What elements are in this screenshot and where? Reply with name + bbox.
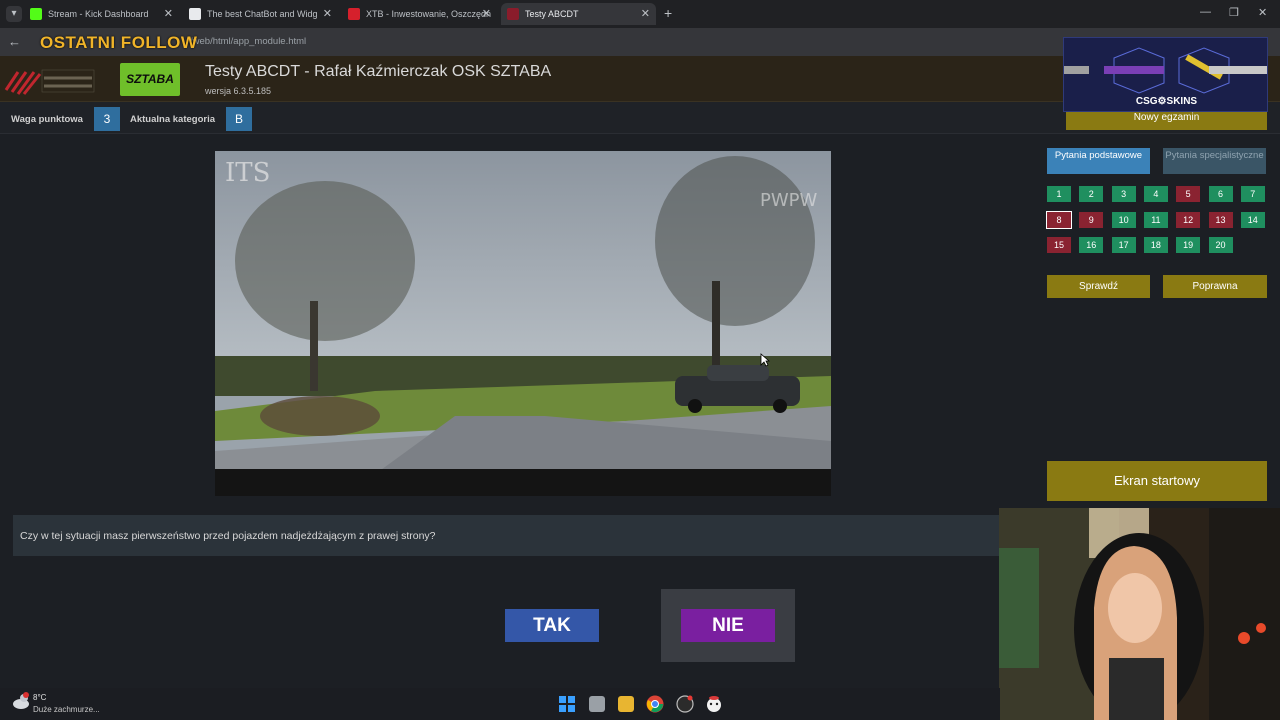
question-number-12[interactable]: 12 — [1176, 211, 1201, 228]
question-number-13[interactable]: 13 — [1208, 211, 1233, 228]
weather-description: Duże zachmurze... — [33, 705, 100, 714]
question-number-1[interactable]: 1 — [1047, 186, 1071, 202]
category-value: B — [226, 107, 252, 131]
close-icon[interactable]: ✕ — [323, 3, 332, 25]
tab-xtb[interactable]: XTB - Inwestowanie, Oszczędn ✕ — [342, 3, 497, 25]
kick-favicon-icon — [30, 8, 42, 20]
taskbar — [0, 688, 1000, 720]
question-number-9[interactable]: 9 — [1079, 211, 1104, 228]
question-number-5[interactable]: 5 — [1176, 186, 1201, 202]
tab-basic-questions[interactable]: Pytania podstawowe — [1047, 148, 1150, 174]
streamer-webcam — [999, 508, 1280, 720]
obs-icon[interactable] — [676, 695, 694, 713]
app-version: wersja 6.3.5.185 — [205, 86, 272, 96]
file-explorer-icon[interactable] — [618, 696, 634, 712]
back-arrow-icon[interactable]: ← — [8, 34, 21, 49]
close-window-icon[interactable]: ✕ — [1258, 6, 1267, 19]
url-field[interactable]: /web/html/app_module.html — [190, 36, 306, 47]
check-button[interactable]: Sprawdź — [1047, 275, 1150, 298]
mouse-cursor-icon — [760, 353, 770, 367]
ad-brand-text: CSG⚙SKINS — [1135, 96, 1198, 107]
new-tab-icon[interactable]: + — [664, 5, 672, 21]
weight-value: 3 — [94, 107, 120, 131]
tab-label: Testy ABCDT — [525, 9, 579, 19]
question-number-15[interactable]: 15 — [1047, 237, 1071, 253]
question-number-19[interactable]: 19 — [1176, 237, 1201, 253]
question-number-6[interactable]: 6 — [1208, 186, 1233, 202]
windows-start-icon[interactable] — [559, 696, 575, 712]
task-view-icon[interactable] — [589, 696, 605, 712]
page-title: Testy ABCDT - Rafał Kaźmierczak OSK SZTA… — [205, 63, 552, 80]
question-number-4[interactable]: 4 — [1143, 186, 1168, 202]
new-exam-button[interactable]: Nowy egzamin — [1066, 112, 1267, 130]
yes-button[interactable]: TAK — [505, 609, 599, 642]
sztaba-logo: SZTABA — [120, 63, 180, 96]
no-button[interactable]: NIE — [681, 609, 775, 642]
close-icon[interactable]: ✕ — [164, 3, 173, 25]
question-number-17[interactable]: 17 — [1111, 237, 1136, 253]
maximize-icon[interactable]: ❐ — [1229, 6, 1239, 19]
category-label: Aktualna kategoria — [130, 114, 215, 125]
question-number-14[interactable]: 14 — [1240, 211, 1265, 228]
question-number-2[interactable]: 2 — [1079, 186, 1104, 202]
tab-label: XTB - Inwestowanie, Oszczędn — [366, 9, 492, 19]
chrome-icon[interactable] — [646, 695, 664, 713]
svg-text:ITS: ITS — [225, 158, 270, 188]
tab-label: Stream - Kick Dashboard — [48, 9, 149, 19]
xtb-favicon-icon — [348, 8, 360, 20]
browser-tab-strip: ▾ Stream - Kick Dashboard ✕ The best Cha… — [0, 0, 1280, 28]
weight-label: Waga punktowa — [11, 114, 83, 125]
weather-temperature: 8°C — [33, 693, 47, 702]
question-number-10[interactable]: 10 — [1111, 211, 1136, 228]
tab-specialist-questions[interactable]: Pytania specjalistyczne — [1163, 148, 1266, 174]
stream-overlay-title: OSTATNI FOLLOW — [40, 33, 198, 52]
road-scene-image: ITS PWPW — [215, 151, 831, 496]
close-icon[interactable]: ✕ — [641, 3, 650, 25]
question-number-20[interactable]: 20 — [1208, 237, 1233, 253]
tab-search-icon[interactable]: ▾ — [6, 6, 22, 22]
question-number-18[interactable]: 18 — [1143, 237, 1168, 253]
close-icon[interactable]: ✕ — [482, 3, 491, 25]
app-pet-icon[interactable] — [705, 695, 723, 713]
webcam-image — [999, 508, 1280, 720]
csgo-skins-ad[interactable]: CSG⚙SKINS — [1063, 37, 1268, 112]
tab-kick-dashboard[interactable]: Stream - Kick Dashboard ✕ — [24, 3, 179, 25]
grupa-image-logo-icon — [4, 69, 95, 95]
tab-label: The best ChatBot and Widg — [207, 9, 318, 19]
question-number-16[interactable]: 16 — [1079, 237, 1104, 253]
svg-text:PWPW: PWPW — [760, 190, 818, 211]
testy-favicon-icon — [507, 8, 519, 20]
question-text: Czy w tej sytuacji masz pierwszeństwo pr… — [20, 530, 436, 542]
shield-favicon-icon — [189, 8, 201, 20]
correct-answer-button[interactable]: Poprawna — [1163, 275, 1267, 298]
question-number-11[interactable]: 11 — [1143, 211, 1168, 228]
start-screen-button[interactable]: Ekran startowy — [1047, 461, 1267, 501]
tab-testy-abcdt[interactable]: Testy ABCDT ✕ — [501, 3, 656, 25]
weather-cloud-icon[interactable] — [11, 691, 31, 711]
question-number-8[interactable]: 8 — [1046, 210, 1072, 229]
question-number-3[interactable]: 3 — [1111, 186, 1136, 202]
question-number-7[interactable]: 7 — [1240, 186, 1265, 202]
minimize-icon[interactable]: — — [1200, 6, 1211, 18]
tab-chatbot[interactable]: The best ChatBot and Widg ✕ — [183, 3, 338, 25]
question-video[interactable]: ITS PWPW — [215, 151, 831, 496]
